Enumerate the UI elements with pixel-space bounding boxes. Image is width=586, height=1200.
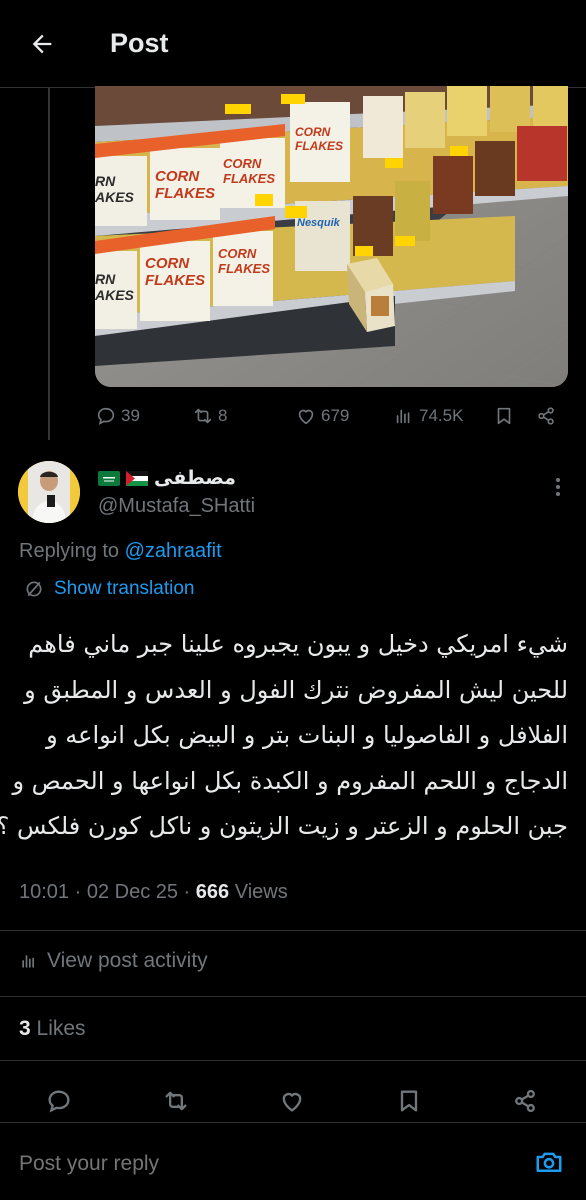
parent-action-bar: 39 8 679 74.5K xyxy=(95,398,565,434)
reply-icon xyxy=(48,1090,70,1113)
reply-button[interactable] xyxy=(44,1086,74,1116)
likes-number: 3 xyxy=(19,1017,31,1040)
share-button[interactable] xyxy=(535,405,557,427)
views-label: Views xyxy=(229,881,288,903)
svg-text:RN: RN xyxy=(95,173,116,189)
reply-count-button[interactable]: 39 xyxy=(95,405,140,427)
reply-icon xyxy=(97,407,115,425)
show-translation-label: Show translation xyxy=(54,578,195,599)
post-image[interactable]: CORN FLAKES CORN FLAKES CORN FLAKES CORN… xyxy=(95,86,568,387)
back-arrow-icon[interactable] xyxy=(22,24,62,64)
replying-to: Replying to @zahraafit xyxy=(19,540,222,563)
repost-count-button[interactable]: 8 xyxy=(192,405,227,427)
like-button[interactable] xyxy=(277,1086,307,1116)
author-handle[interactable]: @Mustafa_SHatti xyxy=(98,495,255,518)
page-title: Post xyxy=(110,28,169,58)
svg-text:CORN: CORN xyxy=(295,125,331,139)
divider xyxy=(0,996,586,997)
palestine-flag-icon xyxy=(126,471,148,486)
top-bar: Post xyxy=(0,0,586,88)
share-icon xyxy=(538,407,554,425)
repost-icon xyxy=(165,1091,187,1111)
analytics-icon xyxy=(396,409,410,424)
svg-text:Nesquik: Nesquik xyxy=(297,217,341,229)
post-meta: 10:01 · 02 Dec 25 · 666 Views xyxy=(19,881,288,904)
avatar[interactable] xyxy=(18,461,80,523)
body-line: للحين ليش المفروض نترك الفول و العدس و ا… xyxy=(24,675,568,704)
svg-text:FLAKES: FLAKES xyxy=(223,171,275,186)
body-line: الدجاج و اللحم المفروم و الكبدة بكل انوا… xyxy=(12,766,568,795)
show-translation-button[interactable]: Show translation xyxy=(24,578,194,600)
bookmark-button[interactable] xyxy=(394,1086,424,1116)
svg-text:FLAKES: FLAKES xyxy=(295,139,343,153)
divider xyxy=(0,930,586,931)
svg-text:CORN: CORN xyxy=(218,246,257,261)
reply-action-bar xyxy=(0,1082,586,1118)
svg-text:FLAKES: FLAKES xyxy=(218,261,270,276)
svg-text:CORN: CORN xyxy=(145,255,190,272)
post-timestamp: 10:01 · 02 Dec 25 · xyxy=(19,881,196,903)
more-options-icon[interactable] xyxy=(548,475,568,499)
svg-text:AKES: AKES xyxy=(95,287,135,303)
analytics-icon xyxy=(22,955,35,968)
reply-input[interactable] xyxy=(19,1152,499,1176)
svg-text:FLAKES: FLAKES xyxy=(155,185,215,202)
bookmark-icon xyxy=(400,1090,418,1112)
heart-icon xyxy=(282,1092,302,1112)
svg-text:AKES: AKES xyxy=(95,189,135,205)
likes-summary[interactable]: 3 Likes xyxy=(19,1017,86,1041)
share-icon xyxy=(515,1089,535,1113)
heart-icon xyxy=(298,409,314,425)
svg-text:CORN: CORN xyxy=(223,156,262,171)
share-button[interactable] xyxy=(510,1086,540,1116)
repost-icon xyxy=(194,408,212,424)
repost-count: 8 xyxy=(218,406,228,425)
views-count: 74.5K xyxy=(419,406,464,425)
replying-to-link[interactable]: @zahraafit xyxy=(125,540,222,562)
body-line: شيء امريكي دخيل و يبون يجبروه علينا جبر … xyxy=(28,630,568,658)
thread-line xyxy=(48,88,50,440)
view-post-activity-button[interactable]: View post activity xyxy=(19,949,208,973)
svg-text:CORN: CORN xyxy=(155,168,200,185)
like-count-button[interactable]: 679 xyxy=(295,405,349,427)
body-line: جبن الحلوم و الزعتر و زيت الزيتون و ناكل… xyxy=(0,812,568,840)
body-line: الفلافل و الفاصوليا و البنات بتر و البيض… xyxy=(46,721,568,749)
reply-count: 39 xyxy=(121,406,140,425)
saudi-flag-icon xyxy=(98,471,120,486)
repost-button[interactable] xyxy=(161,1086,191,1116)
view-post-activity-label: View post activity xyxy=(47,949,208,972)
svg-text:FLAKES: FLAKES xyxy=(145,272,205,289)
likes-label: Likes xyxy=(30,1017,86,1040)
replying-prefix: Replying to xyxy=(19,540,125,562)
views-count-button[interactable]: 74.5K xyxy=(393,405,463,427)
author-name-row: مصطفى xyxy=(98,467,236,490)
divider xyxy=(0,1060,586,1061)
post-body: شيء امريكي دخيل و يبون يجبروه علينا جبر … xyxy=(0,622,568,850)
bookmark-icon xyxy=(497,407,511,425)
author-display-name[interactable]: مصطفى xyxy=(154,467,236,490)
reply-composer xyxy=(0,1122,586,1200)
camera-icon[interactable] xyxy=(532,1145,566,1179)
translate-icon xyxy=(26,581,42,597)
like-count: 679 xyxy=(321,406,350,425)
views-number: 666 xyxy=(195,881,230,903)
bookmark-button[interactable] xyxy=(493,405,515,427)
svg-text:RN: RN xyxy=(95,271,116,287)
